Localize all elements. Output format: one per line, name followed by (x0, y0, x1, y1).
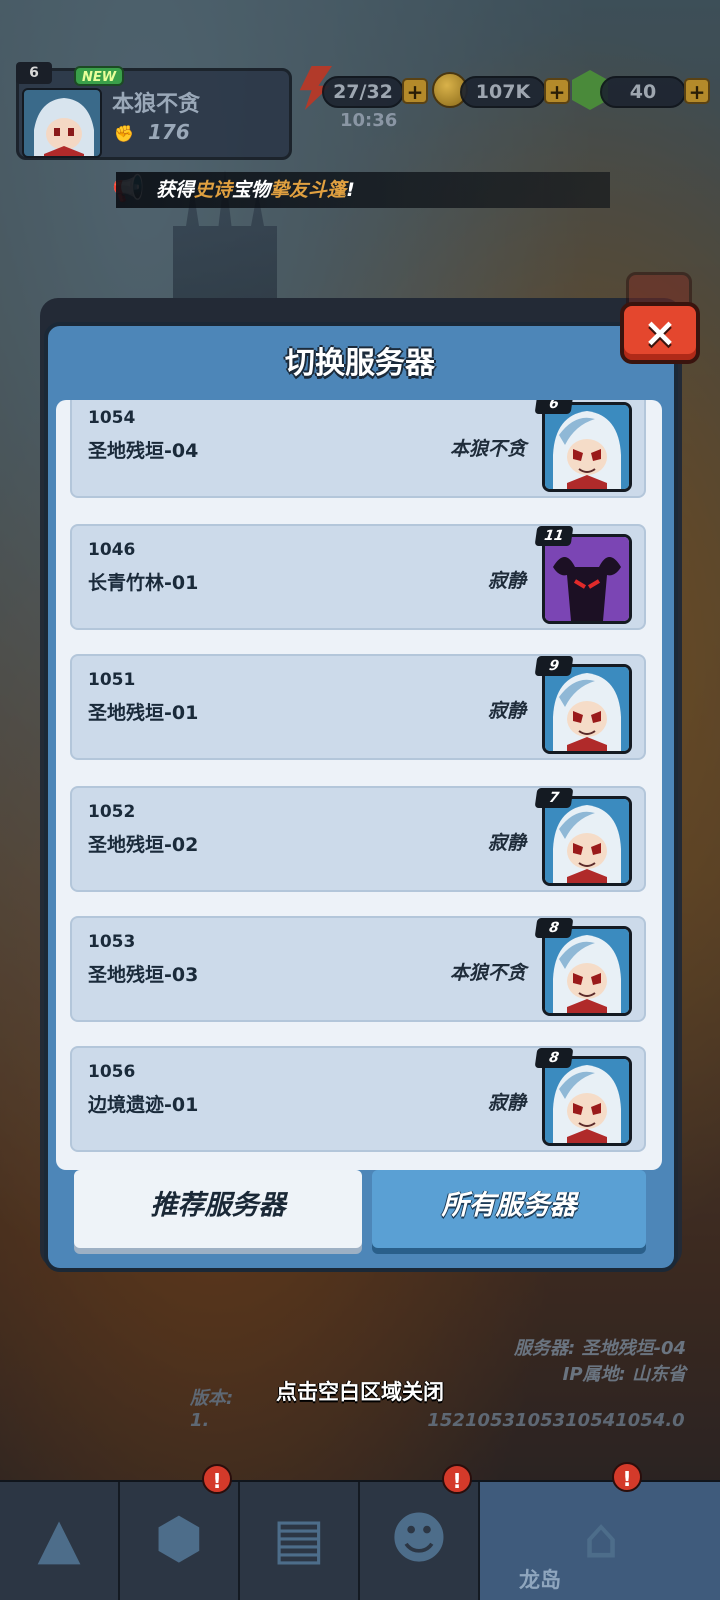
nav-item-rune-shield[interactable]: ⬢! (120, 1464, 240, 1600)
server-row[interactable]: 1054 圣地残垣-04 本狼不贪 6 (70, 400, 646, 498)
server-row[interactable]: 1046 长青竹林-01 寂静 11 (70, 524, 646, 630)
white-hair-avatar-icon (545, 929, 629, 1013)
energy-add-button[interactable]: + (402, 78, 428, 104)
energy-timer: 10:36 (340, 110, 398, 131)
server-player-level: 8 (534, 1048, 574, 1068)
white-hair-avatar-icon (545, 799, 629, 883)
server-player-name: 寂静 (487, 700, 526, 722)
server-row[interactable]: 1051 圣地残垣-01 寂静 9 (70, 654, 646, 760)
power-icon: ✊ (114, 124, 134, 143)
notification-badge: ! (202, 1464, 232, 1494)
server-row[interactable]: 1056 边境遗迹-01 寂静 8 (70, 1046, 646, 1152)
server-row[interactable]: 1052 圣地残垣-02 寂静 7 (70, 786, 646, 892)
server-row[interactable]: 1053 圣地残垣-03 本狼不贪 8 (70, 916, 646, 1022)
announcement-banner: 获得史诗宝物挚友斗篷! (116, 172, 610, 208)
announcement-item: 挚友斗篷 (270, 179, 347, 201)
crystal-icon: ▲ (37, 1506, 81, 1572)
tab-all-servers[interactable]: 所有服务器 (372, 1170, 646, 1248)
server-player-avatar (542, 796, 632, 886)
server-name: 边境遗迹-01 (88, 1094, 199, 1116)
purple-demon-avatar-icon (545, 537, 629, 621)
player-level: 6 (16, 62, 52, 84)
server-id: 1051 (88, 670, 136, 690)
hero-icon: ☻ (389, 1506, 449, 1572)
player-power: 176 (148, 120, 190, 144)
close-hint: 点击空白区域关闭 (276, 1380, 444, 1404)
announcement-rarity: 史诗 (194, 179, 233, 201)
server-player-level: 6 (534, 400, 574, 414)
coin-add-button[interactable]: + (544, 78, 570, 104)
server-id: 1052 (88, 802, 136, 822)
server-id: 1056 (88, 1062, 136, 1082)
announcement-suffix: ! (346, 179, 355, 201)
energy-counter: 27/32 (322, 76, 404, 108)
server-player-level: 9 (534, 656, 574, 676)
white-hair-avatar-icon (545, 1059, 629, 1143)
gem-counter: 40 (600, 76, 686, 108)
white-hair-avatar-icon (545, 405, 629, 489)
server-name: 圣地残垣-01 (88, 702, 199, 724)
notification-badge: ! (612, 1462, 642, 1492)
map-icon: ▤ (272, 1506, 326, 1572)
gem-add-button[interactable]: + (684, 78, 710, 104)
server-player-name: 寂静 (487, 1092, 526, 1114)
white-hair-avatar-icon (545, 667, 629, 751)
close-icon: × (643, 310, 677, 356)
nav-item-hero[interactable]: ☻! (360, 1464, 480, 1600)
server-name: 圣地残垣-03 (88, 964, 199, 986)
dragon-island-icon: ⌂ (583, 1506, 619, 1572)
server-id: 1054 (88, 408, 136, 428)
nav-label: 龙岛 (519, 1568, 561, 1592)
server-player-name: 寂静 (487, 832, 526, 854)
server-player-avatar (542, 402, 632, 492)
server-player-avatar (542, 534, 632, 624)
current-server-info: 服务器: 圣地残垣-04 (514, 1338, 686, 1359)
server-player-name: 本狼不贪 (449, 962, 526, 984)
server-player-level: 11 (534, 526, 574, 546)
server-id: 1053 (88, 932, 136, 952)
white-hair-avatar-icon (24, 90, 100, 156)
notification-badge: ! (442, 1464, 472, 1494)
server-player-avatar (542, 1056, 632, 1146)
rune-shield-icon: ⬢ (154, 1506, 204, 1572)
player-avatar[interactable] (22, 88, 102, 158)
server-player-level: 7 (534, 788, 574, 808)
announcement-prefix: 获得 (156, 179, 195, 201)
tab-recommended-servers[interactable]: 推荐服务器 (74, 1170, 362, 1248)
announcement-middle: 宝物 (232, 179, 271, 201)
server-id: 1046 (88, 540, 136, 560)
server-player-name: 寂静 (487, 570, 526, 592)
nav-item-crystal[interactable]: ▲ (0, 1482, 120, 1600)
player-name: 本狼不贪 (112, 92, 201, 117)
server-player-name: 本狼不贪 (449, 438, 526, 460)
server-name: 长青竹林-01 (88, 572, 199, 594)
server-player-avatar (542, 664, 632, 754)
nav-item-map[interactable]: ▤ (240, 1482, 360, 1600)
coin-counter: 107K (460, 76, 546, 108)
server-player-avatar (542, 926, 632, 1016)
server-name: 圣地残垣-04 (88, 440, 199, 462)
new-badge: NEW (74, 66, 125, 86)
server-name: 圣地残垣-02 (88, 834, 199, 856)
nav-item-dragon-island[interactable]: ⌂! 龙岛 (480, 1462, 720, 1600)
server-list[interactable]: 1054 圣地残垣-04 本狼不贪 6 1046 长青竹林-01 寂静 11 1051 圣地残垣-… (56, 400, 662, 1170)
dialog-title: 切换服务器 (285, 346, 435, 381)
server-player-level: 8 (534, 918, 574, 938)
close-button[interactable]: × (620, 302, 700, 364)
version-tail: 1521053105310541054.0 (427, 1410, 685, 1431)
